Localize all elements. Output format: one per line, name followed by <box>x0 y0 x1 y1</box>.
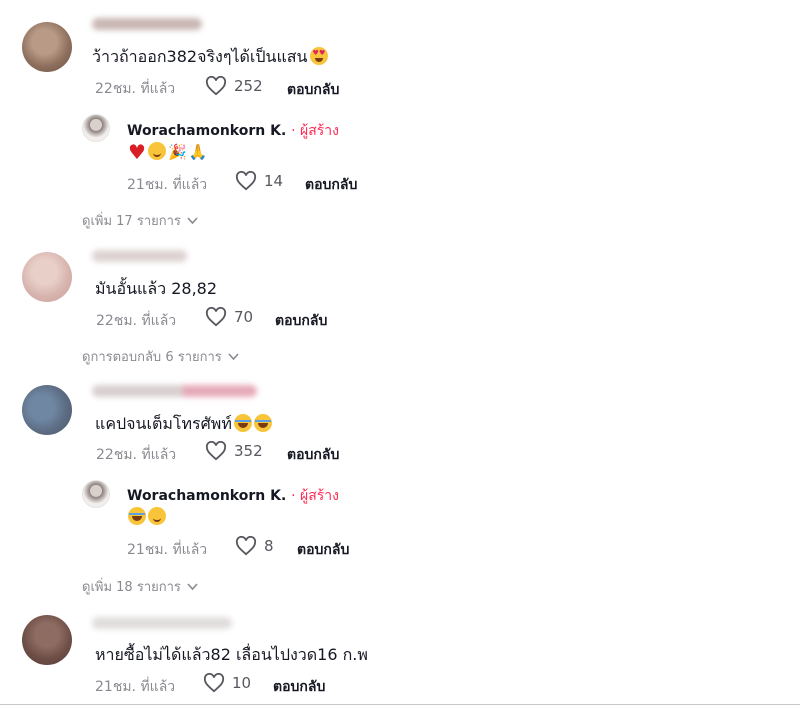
party-popper-emoji-icon: 🎉 <box>167 143 187 161</box>
heart-outline-icon <box>235 171 257 191</box>
comment-time: 22ชม. ที่แล้ว <box>96 313 177 329</box>
smile-emoji-icon <box>147 142 166 160</box>
reply-author[interactable]: Worachamonkorn K. · ผู้สร้าง <box>127 120 339 142</box>
comment-text: มันอั้นแล้ว 28,82 <box>95 279 218 298</box>
heart-outline-icon <box>203 673 225 693</box>
view-replies[interactable]: ดูการตอบกลับ 6 รายการ <box>82 346 239 367</box>
comment-text: แคปจนเต็มโทรศัพท์ <box>95 412 274 437</box>
heart-outline-icon <box>205 307 227 327</box>
like-count: 14 <box>264 172 284 190</box>
chevron-down-icon <box>187 216 198 224</box>
smile-emoji-icon <box>148 507 166 525</box>
like-count: 352 <box>234 442 263 460</box>
red-heart-emoji-icon: ♥ <box>128 140 146 164</box>
reply-time: 21ชม. ที่แล้ว <box>127 542 208 558</box>
creator-avatar[interactable] <box>82 114 110 142</box>
comment-time: 22ชม. ที่แล้ว <box>95 81 176 97</box>
heart-outline-icon <box>205 76 227 96</box>
view-more-replies[interactable]: ดูเพิ่ม 17 รายการ <box>82 210 198 231</box>
reply-button[interactable]: ตอบกลับ <box>275 310 327 332</box>
heart-eyes-emoji-icon <box>310 47 329 65</box>
comment-time: 22ชม. ที่แล้ว <box>96 447 177 463</box>
like-button[interactable]: 70 <box>205 307 253 327</box>
chevron-down-icon <box>228 352 239 360</box>
like-count: 10 <box>232 674 252 692</box>
view-more-label: ดูเพิ่ม 17 รายการ <box>82 214 181 229</box>
comment-text: หายซื้อไม่ได้แล้ว82 เลื่อนไปงวด16 ก.พ <box>95 645 368 664</box>
heart-outline-icon <box>235 536 257 556</box>
like-count: 252 <box>234 77 263 95</box>
tears-of-joy-emoji-icon <box>128 507 146 525</box>
reply-time: 21ชม. ที่แล้ว <box>127 177 208 193</box>
avatar[interactable] <box>22 252 72 302</box>
like-button[interactable]: 14 <box>235 171 283 191</box>
view-more-replies[interactable]: ดูเพิ่ม 18 รายการ <box>82 576 198 597</box>
like-count: 70 <box>234 308 254 326</box>
like-button[interactable]: 8 <box>235 536 274 556</box>
creator-badge: · ผู้สร้าง <box>291 123 340 139</box>
reply-text <box>128 507 168 526</box>
reply-button[interactable]: ตอบกลับ <box>305 174 357 196</box>
folded-hands-emoji-icon: 🙏 <box>188 143 208 161</box>
reply-button[interactable]: ตอบกลับ <box>273 676 325 698</box>
avatar[interactable] <box>22 385 72 435</box>
tears-of-joy-emoji-icon <box>253 414 272 432</box>
like-button[interactable]: 252 <box>205 76 263 96</box>
like-button[interactable]: 352 <box>205 441 263 461</box>
comment-time: 21ชม. ที่แล้ว <box>95 679 176 695</box>
avatar[interactable] <box>22 615 72 665</box>
reply-button[interactable]: ตอบกลับ <box>297 539 349 561</box>
creator-badge: · ผู้สร้าง <box>291 488 340 504</box>
reply-button[interactable]: ตอบกลับ <box>287 444 339 466</box>
view-replies-label: ดูการตอบกลับ 6 รายการ <box>82 350 222 365</box>
view-more-label: ดูเพิ่ม 18 รายการ <box>82 580 181 595</box>
heart-outline-icon <box>205 441 227 461</box>
reply-text: ♥ 🎉 🙏 <box>128 140 208 164</box>
avatar[interactable] <box>22 22 72 72</box>
username-blurred <box>92 385 257 397</box>
divider <box>0 704 800 705</box>
like-count: 8 <box>264 537 274 555</box>
creator-avatar[interactable] <box>82 480 110 508</box>
reply-button[interactable]: ตอบกลับ <box>287 79 339 101</box>
username-blurred <box>92 18 202 30</box>
chevron-down-icon <box>187 582 198 590</box>
reply-author[interactable]: Worachamonkorn K. · ผู้สร้าง <box>127 485 339 507</box>
comment-text: ว้าวถ้าออก382จริงๆได้เป็นแสน <box>92 45 330 70</box>
username-blurred <box>92 617 232 629</box>
like-button[interactable]: 10 <box>203 673 251 693</box>
username-blurred <box>92 250 187 262</box>
tears-of-joy-emoji-icon <box>233 414 252 432</box>
